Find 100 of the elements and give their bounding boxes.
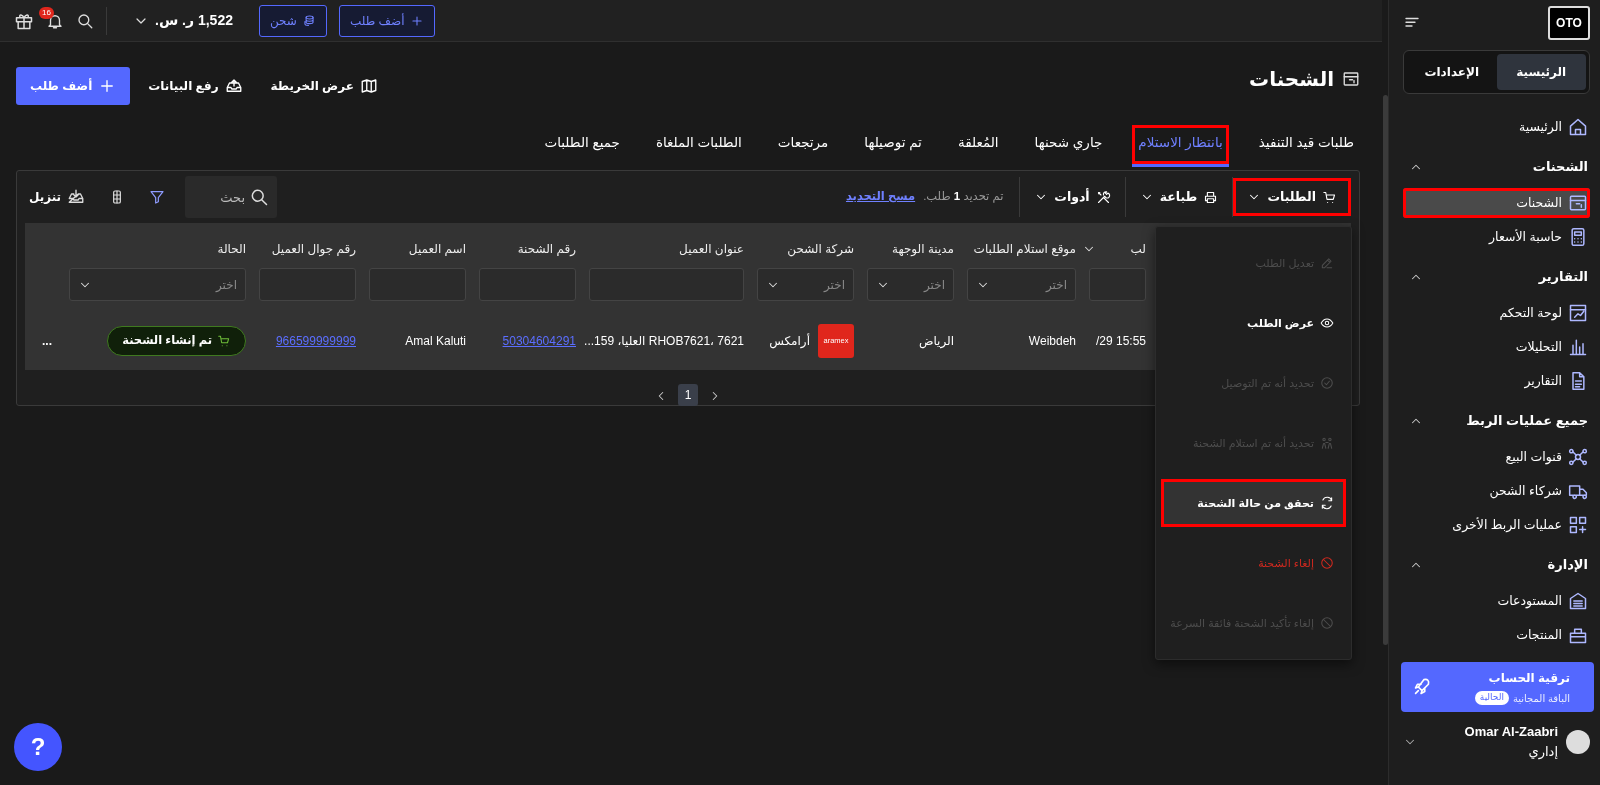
- status-pill: تم إنشاء الشحنة: [107, 326, 246, 356]
- menu-button[interactable]: طباعة: [1125, 178, 1233, 216]
- network-icon: [1568, 447, 1588, 467]
- tab[interactable]: مرتجعات: [771, 125, 835, 167]
- upload-button[interactable]: رفع البيانات: [138, 77, 253, 95]
- column-header: مدينة الوجهة: [891, 240, 954, 258]
- notification-badge: 16: [39, 6, 54, 19]
- tab[interactable]: جاري شحنها: [1028, 125, 1109, 167]
- user-role: إداري: [1527, 742, 1558, 761]
- switch-tab[interactable]: الرئيسية: [1496, 54, 1586, 90]
- section-header[interactable]: الإدارة: [1403, 552, 1590, 578]
- column-header: الحالة: [217, 240, 246, 258]
- tab[interactable]: جميع الطلبات: [538, 125, 626, 167]
- home-icon: [1568, 117, 1588, 137]
- sidebar-item[interactable]: المستودعات: [1403, 586, 1590, 616]
- menu-item[interactable]: عرض الطلب: [1161, 299, 1346, 347]
- download-button[interactable]: تنزيل: [25, 188, 90, 206]
- column-header: لب: [1130, 240, 1146, 258]
- column-header: عنوان العميل: [679, 240, 744, 258]
- column-header: رقم الشحنة: [517, 240, 576, 258]
- table-cell-text: Weibdeh: [1028, 333, 1076, 350]
- section-header[interactable]: التقارير: [1403, 264, 1590, 290]
- sidebar-item[interactable]: التحليلات: [1403, 332, 1590, 362]
- box-icon: [1568, 193, 1588, 213]
- filter-input[interactable]: [369, 268, 466, 301]
- coins-icon: [301, 13, 316, 28]
- search-icon: [249, 187, 270, 207]
- placeholder-text: اختر: [924, 276, 945, 294]
- tab[interactable]: تم توصيلها: [858, 125, 928, 167]
- filter-input[interactable]: [1089, 268, 1146, 301]
- dashboard-icon: [1568, 303, 1588, 323]
- cart-icon: [1322, 189, 1337, 205]
- grid-plus-icon: [1568, 515, 1588, 535]
- ban-icon: [1320, 556, 1334, 570]
- map-icon: [359, 77, 378, 95]
- section-header[interactable]: الشحنات: [1403, 154, 1590, 180]
- balance-dropdown[interactable]: 1,522 ر. س.: [119, 1, 247, 40]
- menu-button[interactable]: الطلبات: [1233, 178, 1351, 216]
- menu-button[interactable]: أدوات: [1020, 178, 1125, 216]
- filter-select[interactable]: اختر: [69, 268, 246, 301]
- upgrade-title: ترقية الحساب: [1487, 669, 1570, 687]
- table-cell-text: الرياض: [918, 333, 954, 350]
- tab[interactable]: طلبات قيد التنفيذ: [1252, 125, 1360, 167]
- sidebar-item[interactable]: عمليات الربط الأخرى: [1403, 510, 1590, 540]
- filter-icon: [149, 189, 166, 205]
- refresh-icon: [1320, 496, 1334, 510]
- sidebar-item[interactable]: حاسبة الأسعار: [1403, 222, 1590, 252]
- sidebar-item[interactable]: لوحة التحكم: [1403, 298, 1590, 328]
- add-order-button[interactable]: أضف طلب: [16, 67, 131, 105]
- clear-selection-link[interactable]: مسح التحديد: [845, 188, 916, 206]
- download-tray-icon: [67, 188, 86, 206]
- plan-badge: الحالية: [1474, 691, 1509, 705]
- column-header: رقم جوال العميل: [271, 240, 356, 258]
- sidebar-item[interactable]: شركاء الشحن: [1403, 476, 1590, 506]
- column-header: شركة الشحن: [787, 240, 854, 258]
- avatar[interactable]: [1566, 729, 1590, 754]
- box-icon: [1342, 70, 1360, 88]
- calculator-icon: [1568, 227, 1588, 247]
- pencil-icon: [1320, 256, 1334, 270]
- building-icon: [1568, 591, 1588, 611]
- tab[interactable]: بانتظار الاستلام: [1132, 125, 1229, 167]
- tab[interactable]: المُعلقة: [951, 125, 1005, 167]
- filter-input[interactable]: [589, 268, 744, 301]
- tab[interactable]: الطلبات الملغاة: [649, 125, 748, 167]
- upgrade-card[interactable]: ترقية الحساب الباقة المجانية الحالية: [1401, 662, 1594, 712]
- table-cell-text: Amal Kaluti: [405, 333, 466, 350]
- eye-icon: [1320, 316, 1334, 330]
- page-button[interactable]: 1: [678, 384, 698, 406]
- plan-name: الباقة المجانية: [1512, 691, 1570, 706]
- more-button[interactable]: ...: [32, 332, 56, 350]
- printer-icon: [1203, 189, 1219, 205]
- table-cell-text: RHOB7621، 7621 العليا، 159...: [584, 333, 744, 350]
- charge-button[interactable]: شحن: [259, 4, 327, 37]
- table-cell-text: 15:55 29/: [1095, 333, 1146, 350]
- switch-tab[interactable]: الإعدادات: [1407, 54, 1497, 90]
- logo[interactable]: OTO: [1548, 6, 1590, 40]
- filter-input[interactable]: [259, 268, 356, 301]
- sidebar-item[interactable]: الرئيسية: [1403, 112, 1590, 142]
- sidebar-item[interactable]: التقارير: [1403, 366, 1590, 396]
- filter-select[interactable]: اختر: [757, 268, 854, 301]
- help-button[interactable]: ?: [14, 723, 62, 771]
- sidebar-item[interactable]: قنوات البيع: [1403, 442, 1590, 472]
- filter-select[interactable]: اختر: [867, 268, 954, 301]
- tools-icon: [1095, 189, 1111, 205]
- search-icon: [76, 11, 94, 30]
- column-header: موقع استلام الطلبات: [973, 240, 1076, 258]
- filter-input[interactable]: [479, 268, 576, 301]
- filter-select[interactable]: اختر: [967, 268, 1076, 301]
- column-header: اسم العميل: [408, 240, 466, 258]
- placeholder-text: اختر: [824, 276, 845, 294]
- scrollbar[interactable]: [1383, 95, 1388, 645]
- sidebar-item[interactable]: الشحنات: [1403, 188, 1590, 218]
- section-header[interactable]: جميع عمليات الربط: [1403, 408, 1590, 434]
- box-icon: [1568, 625, 1588, 645]
- page-title: الشحنات: [1249, 67, 1334, 91]
- add-order-button[interactable]: أضف طلب: [338, 4, 435, 37]
- search-field[interactable]: بحث: [185, 176, 278, 218]
- sidebar-item[interactable]: المنتجات: [1403, 620, 1590, 650]
- menu-item[interactable]: تحقق من حالة الشحنة: [1161, 479, 1346, 527]
- map-button[interactable]: عرض الخريطة: [260, 77, 388, 95]
